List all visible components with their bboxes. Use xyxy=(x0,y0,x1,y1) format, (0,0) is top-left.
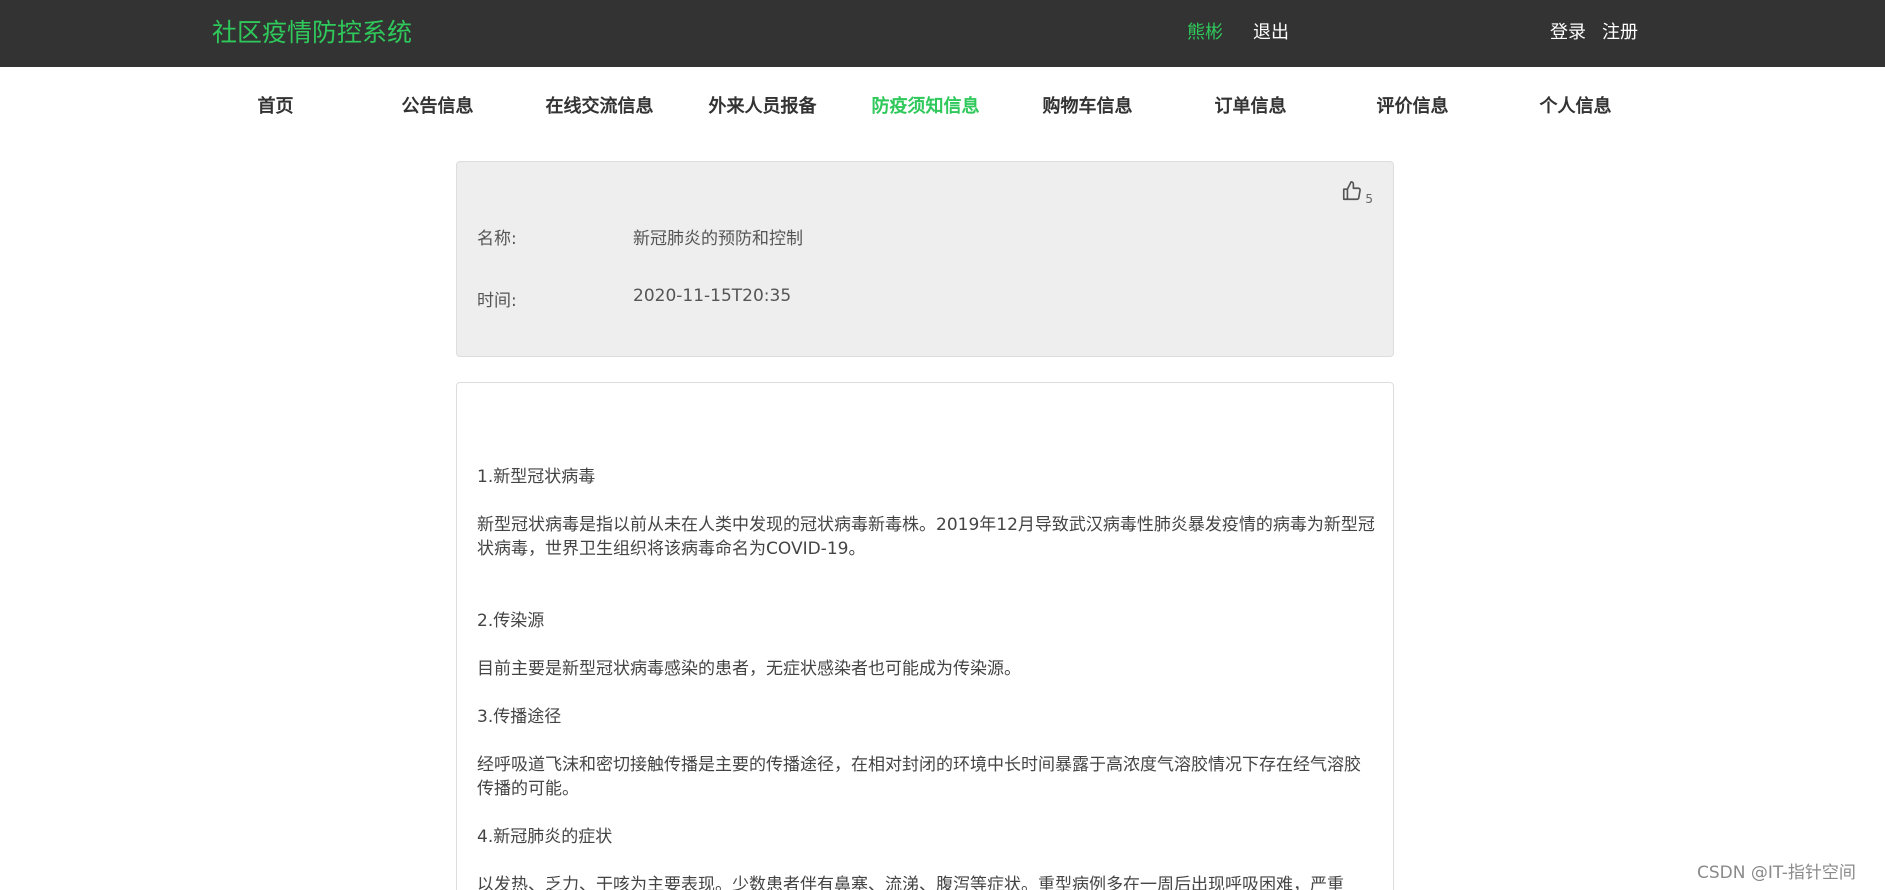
section-title: 3.传播途径 xyxy=(477,707,562,727)
login-link[interactable]: 登录 xyxy=(1550,18,1586,44)
time-label: 时间: xyxy=(477,291,517,311)
detail-info-panel: 5 名称: 新冠肺炎的预防和控制 时间: 2020-11-15T20:35 xyxy=(456,161,1394,357)
nav-item-profile[interactable]: 个人信息 xyxy=(1494,92,1657,118)
section-title: 1.新型冠状病毒 xyxy=(477,467,596,487)
nav-item-online-chat[interactable]: 在线交流信息 xyxy=(518,92,681,118)
like-count: 5 xyxy=(1365,192,1373,206)
section-title: 4.新冠肺炎的症状 xyxy=(477,827,613,847)
nav-item-home[interactable]: 首页 xyxy=(194,92,357,118)
nav-item-cart[interactable]: 购物车信息 xyxy=(1006,92,1169,118)
article-content-panel: 1.新型冠状病毒 新型冠状病毒是指以前从未在人类中发现的冠状病毒新毒株。2019… xyxy=(456,382,1394,890)
section-title: 2.传染源 xyxy=(477,611,545,631)
nav-item-prevention-notice[interactable]: 防疫须知信息 xyxy=(844,92,1007,118)
current-user-link[interactable]: 熊彬 xyxy=(1187,18,1223,44)
thumbs-up-icon[interactable] xyxy=(1341,180,1363,206)
nav-item-reviews[interactable]: 评价信息 xyxy=(1331,92,1494,118)
top-bar: 社区疫情防控系统 熊彬 退出 登录 注册 xyxy=(0,0,1885,67)
nav-item-orders[interactable]: 订单信息 xyxy=(1169,92,1332,118)
article-body: 1.新型冠状病毒 新型冠状病毒是指以前从未在人类中发现的冠状病毒新毒株。2019… xyxy=(477,465,1375,890)
section-text: 经呼吸道飞沫和密切接触传播是主要的传播途径，在相对封闭的环境中长时间暴露于高浓度… xyxy=(477,755,1361,799)
time-value: 2020-11-15T20:35 xyxy=(633,286,792,306)
main-nav: 首页 公告信息 在线交流信息 外来人员报备 防疫须知信息 购物车信息 订单信息 … xyxy=(0,67,1885,137)
name-label: 名称: xyxy=(477,229,517,249)
nav-item-visitor-report[interactable]: 外来人员报备 xyxy=(681,92,844,118)
section-text: 新型冠状病毒是指以前从未在人类中发现的冠状病毒新毒株。2019年12月导致武汉病… xyxy=(477,515,1375,559)
site-title[interactable]: 社区疫情防控系统 xyxy=(212,13,412,49)
watermark: CSDN @IT-指针空间 xyxy=(1697,863,1856,883)
logout-link[interactable]: 退出 xyxy=(1253,18,1289,44)
nav-item-announcements[interactable]: 公告信息 xyxy=(356,92,519,118)
name-value: 新冠肺炎的预防和控制 xyxy=(633,229,803,249)
section-text: 目前主要是新型冠状病毒感染的患者，无症状感染者也可能成为传染源。 xyxy=(477,659,1021,679)
section-text: 以发热、乏力、干咳为主要表现。少数患者伴有鼻塞、流涕、腹泻等症状。重型病例多在一… xyxy=(477,875,1344,890)
like-button[interactable]: 5 xyxy=(1341,180,1373,206)
register-link[interactable]: 注册 xyxy=(1602,18,1638,44)
